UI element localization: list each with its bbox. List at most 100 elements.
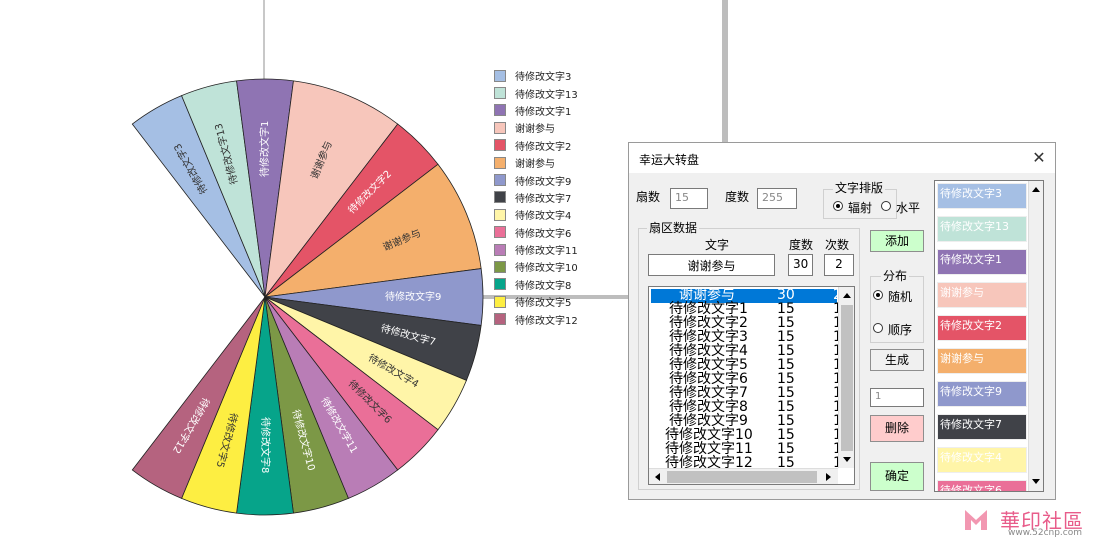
horizontal-radio[interactable] <box>881 201 891 211</box>
legend-label: 待修改文字3 <box>515 72 572 84</box>
legend-item: 待修改文字12 <box>494 310 614 327</box>
legend-item: 待修改文字3 <box>494 67 614 84</box>
legend-label: 谢谢参与 <box>515 124 555 136</box>
lucky-wheel-dialog: 幸运大转盘 ✕ 扇数 15 度数 255 文字排版 辐射 水平 扇区数据 文字 … <box>628 142 1056 500</box>
scroll-thumb[interactable] <box>667 471 817 483</box>
color-list-item[interactable]: 谢谢参与 <box>937 282 1027 308</box>
legend-label: 待修改文字9 <box>515 176 572 188</box>
sector-listbox[interactable]: 谢谢参与302待修改文字1151待修改文字2151待修改文字3151待修改文字4… <box>648 286 855 485</box>
divider-line <box>722 0 728 148</box>
legend-label: 待修改文字5 <box>515 298 572 310</box>
legend-item: 待修改文字5 <box>494 293 614 310</box>
legend-swatch <box>494 69 506 82</box>
legend-swatch <box>494 121 506 134</box>
legend-swatch <box>494 156 506 169</box>
legend-label: 待修改文字7 <box>515 193 572 205</box>
scroll-up-icon[interactable] <box>840 289 854 303</box>
legend-item: 待修改文字13 <box>494 84 614 101</box>
legend-label: 待修改文字2 <box>515 141 572 153</box>
sector-count-field[interactable]: 15 <box>670 188 708 209</box>
legend-label: 待修改文字13 <box>515 89 578 101</box>
random-label: 随机 <box>888 290 913 304</box>
sector-color-list[interactable]: 待修改文字3 待修改文字13 待修改文字1 谢谢参与 待修改文字2 谢谢参与 待修改文字9 待… <box>934 180 1044 492</box>
sequential-label: 顺序 <box>888 323 913 337</box>
random-radio[interactable] <box>873 290 883 300</box>
legend-label: 待修改文字8 <box>515 280 572 292</box>
legend-swatch <box>494 278 506 291</box>
legend-swatch <box>494 87 506 100</box>
legend-label: 待修改文字1 <box>515 106 572 118</box>
legend-swatch <box>494 226 506 239</box>
wheel-pie: 待修改文字3 待修改文字13 待修改文字1 谢谢参与待修改文字2谢谢参与待修改文字9待… <box>131 78 484 516</box>
legend-label: 待修改文字6 <box>515 228 572 240</box>
horizontal-label: 水平 <box>896 201 921 215</box>
scroll-up-icon[interactable] <box>1030 183 1043 196</box>
text-column-label: 文字 <box>705 238 730 252</box>
scroll-thumb[interactable] <box>841 305 853 451</box>
ok-button[interactable]: 确定 <box>870 462 924 491</box>
text-layout-label: 文字排版 <box>833 179 886 196</box>
legend-label: 谢谢参与 <box>515 159 555 171</box>
color-list-item[interactable]: 待修改文字1 <box>937 249 1027 275</box>
scroll-right-icon[interactable] <box>821 470 835 484</box>
dialog-title: 幸运大转盘 <box>639 153 700 167</box>
degrees-label: 度数 <box>725 190 750 204</box>
scroll-down-icon[interactable] <box>1030 475 1043 488</box>
degrees-column-label: 度数 <box>789 238 814 252</box>
legend-swatch <box>494 104 506 117</box>
legend-item: 待修改文字4 <box>494 206 614 223</box>
close-icon[interactable]: ✕ <box>1029 148 1049 168</box>
legend-item: 待修改文字2 <box>494 137 614 154</box>
color-list-item[interactable]: 待修改文字6 <box>937 480 1027 491</box>
legend-swatch <box>494 313 506 326</box>
degrees-field[interactable]: 255 <box>757 188 797 209</box>
vertical-scrollbar[interactable] <box>838 287 854 468</box>
legend-item: 待修改文字8 <box>494 276 614 293</box>
color-list-item[interactable]: 待修改文字9 <box>937 381 1027 407</box>
watermark-logo-icon <box>962 506 990 534</box>
color-list-item[interactable]: 待修改文字4 <box>937 447 1027 473</box>
scroll-left-icon[interactable] <box>651 470 665 484</box>
pie-sector-label: 待修改文字8 <box>259 417 272 473</box>
sector-degrees-field[interactable]: 30 <box>788 254 813 276</box>
sequential-radio[interactable] <box>873 323 883 333</box>
color-list-item[interactable]: 待修改文字7 <box>937 414 1027 440</box>
legend-item: 待修改文字6 <box>494 224 614 241</box>
sector-times-field[interactable]: 2 <box>824 254 854 276</box>
radial-label: 辐射 <box>848 201 873 215</box>
generate-button[interactable]: 生成 <box>870 349 924 371</box>
color-list-item[interactable]: 谢谢参与 <box>937 348 1027 374</box>
legend-swatch <box>494 174 506 187</box>
legend-item: 谢谢参与 <box>494 154 614 171</box>
color-list-scrollbar[interactable] <box>1028 181 1043 491</box>
color-list-item[interactable]: 待修改文字13 <box>937 216 1027 242</box>
legend-item: 待修改文字1 <box>494 102 614 119</box>
index-field[interactable]: 1 <box>870 388 924 407</box>
legend-label: 待修改文字12 <box>515 315 578 327</box>
legend-label: 待修改文字4 <box>515 211 572 223</box>
wheel-legend: 待修改文字3 待修改文字13 待修改文字1 谢谢参与 待修改文字2 谢谢参与 待修改文字9 待… <box>494 67 614 328</box>
scroll-down-icon[interactable] <box>840 452 854 466</box>
legend-item: 待修改文字9 <box>494 171 614 188</box>
delete-button[interactable]: 删除 <box>870 415 924 442</box>
add-button[interactable]: 添加 <box>870 230 924 252</box>
color-list-item[interactable]: 待修改文字2 <box>937 315 1027 341</box>
pie-sector-label: 待修改文字1 <box>258 121 271 177</box>
legend-item: 待修改文字11 <box>494 241 614 258</box>
legend-item: 待修改文字10 <box>494 258 614 275</box>
legend-swatch <box>494 208 506 221</box>
pie-sector-label: 待修改文字9 <box>385 290 441 303</box>
title-bar: 幸运大转盘 ✕ <box>629 143 1055 173</box>
sector-count-label: 扇数 <box>636 190 661 204</box>
legend-swatch <box>494 243 506 256</box>
horizontal-scrollbar[interactable] <box>649 468 838 484</box>
radial-radio[interactable] <box>833 201 843 211</box>
sector-data-label: 扇区数据 <box>647 219 700 236</box>
legend-item: 待修改文字7 <box>494 189 614 206</box>
legend-label: 待修改文字10 <box>515 263 578 275</box>
color-list-item[interactable]: 待修改文字3 <box>937 183 1027 209</box>
legend-swatch <box>494 260 506 273</box>
legend-item: 谢谢参与 <box>494 119 614 136</box>
legend-swatch <box>494 139 506 152</box>
sector-text-field[interactable]: 谢谢参与 <box>648 254 775 276</box>
